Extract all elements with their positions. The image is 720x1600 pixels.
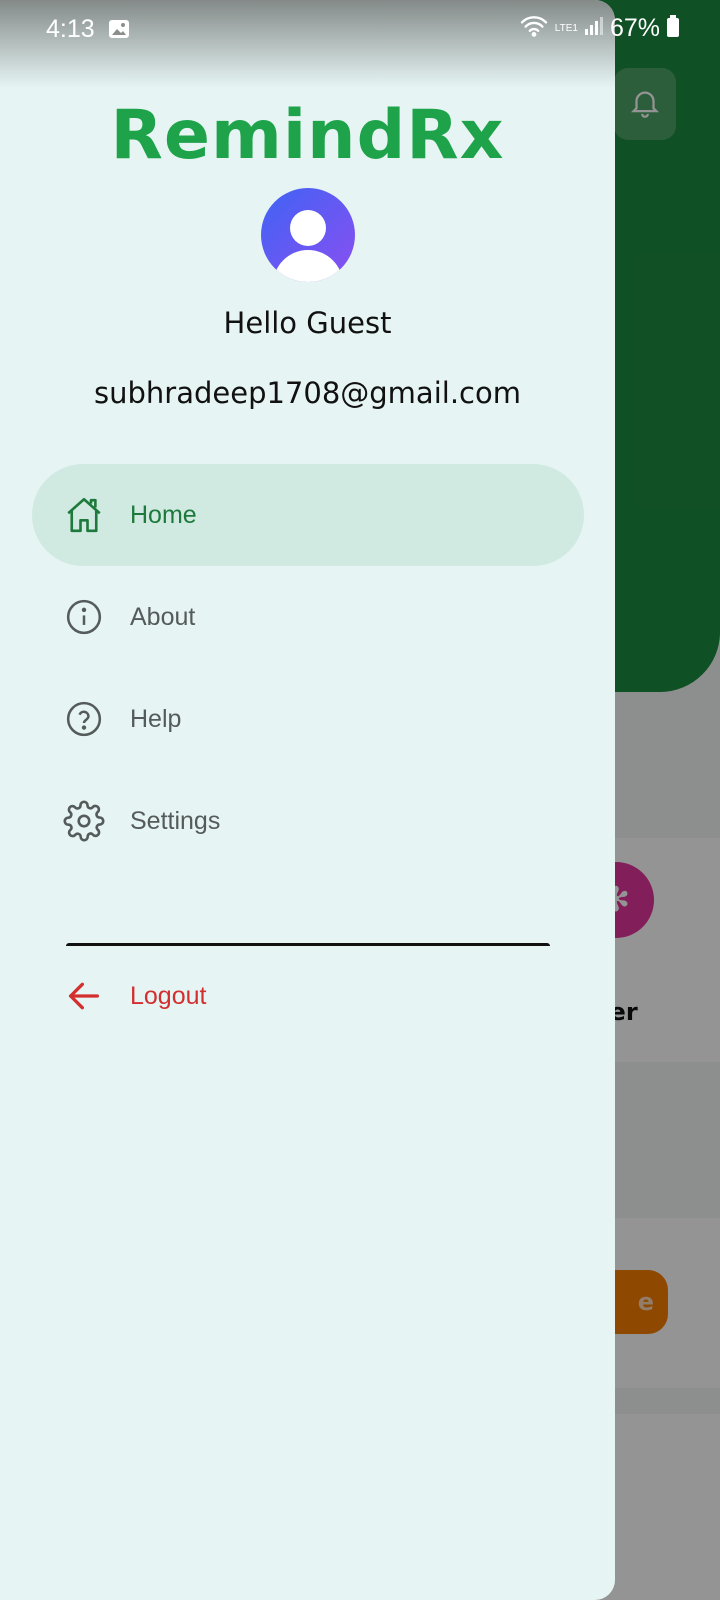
drawer-nav: Home About Help Settings [32,464,584,872]
status-right: LTE1 67% [519,14,680,43]
app-title: RemindRx [110,96,505,175]
logout-label: Logout [130,981,207,1010]
avatar-body [273,250,343,282]
nav-item-help[interactable]: Help [32,668,584,770]
gallery-notification-icon [108,19,130,39]
info-icon [62,595,106,639]
greeting-text: Hello Guest [223,306,392,340]
status-bar: 4:13 LTE1 67% [0,0,720,60]
help-icon [62,697,106,741]
battery-icon [666,14,680,43]
nav-label-help: Help [130,704,182,733]
status-time: 4:13 [46,15,95,43]
signal-icon [584,15,604,42]
avatar-head [290,210,326,246]
navigation-drawer: RemindRx Hello Guest subhradeep1708@gmai… [0,0,615,1600]
user-email: subhradeep1708@gmail.com [94,376,521,410]
nav-label-home: Home [130,500,197,529]
home-icon [62,493,106,537]
logout-button[interactable]: Logout [32,946,584,1046]
battery-percent: 67% [609,14,660,42]
nav-item-about[interactable]: About [32,566,584,668]
wifi-icon [519,14,549,43]
arrow-left-icon [62,974,106,1018]
avatar[interactable] [261,188,355,282]
gear-icon [62,799,106,843]
network-type-label: LTE1 [554,22,578,34]
nav-item-home[interactable]: Home [32,464,584,566]
nav-item-settings[interactable]: Settings [32,770,584,872]
nav-label-settings: Settings [130,806,221,835]
nav-label-about: About [130,602,196,631]
